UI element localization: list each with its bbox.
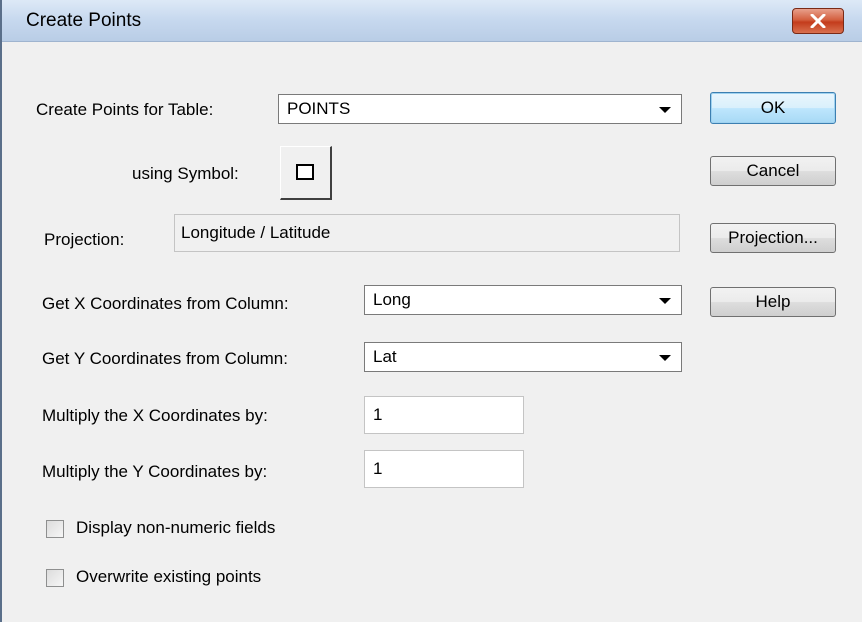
y-multiply-label: Multiply the Y Coordinates by: xyxy=(42,462,268,481)
table-label: Create Points for Table: xyxy=(36,100,214,119)
overwrite-label[interactable]: Overwrite existing points xyxy=(76,567,261,587)
y-multiply-input[interactable]: 1 xyxy=(364,450,524,488)
square-symbol-icon xyxy=(296,164,314,180)
x-column-value: Long xyxy=(373,290,411,309)
dialog-title: Create Points xyxy=(26,10,142,31)
projection-label: Projection: xyxy=(44,230,125,249)
cancel-button[interactable]: Cancel xyxy=(710,156,836,186)
projection-value: Longitude / Latitude xyxy=(181,223,331,242)
title-bar[interactable]: Create Points xyxy=(2,0,862,42)
ok-button[interactable]: OK xyxy=(710,92,836,124)
close-icon xyxy=(810,14,826,28)
chevron-down-icon xyxy=(659,107,671,113)
y-column-label: Get Y Coordinates from Column: xyxy=(42,349,288,368)
display-nonnumeric-checkbox[interactable] xyxy=(46,520,64,538)
y-column-select[interactable]: Lat xyxy=(364,342,682,372)
x-multiply-label: Multiply the X Coordinates by: xyxy=(42,406,268,425)
projection-button[interactable]: Projection... xyxy=(710,223,836,253)
x-column-select[interactable]: Long xyxy=(364,285,682,315)
table-select[interactable]: POINTS xyxy=(278,94,682,124)
projection-display: Longitude / Latitude xyxy=(174,214,680,252)
help-button[interactable]: Help xyxy=(710,287,836,317)
x-column-label: Get X Coordinates from Column: xyxy=(42,294,289,313)
chevron-down-icon xyxy=(659,298,671,304)
y-column-value: Lat xyxy=(373,347,397,366)
symbol-button[interactable] xyxy=(280,146,332,200)
x-multiply-value: 1 xyxy=(373,405,383,424)
create-points-dialog: Create Points Create Points for Table: P… xyxy=(0,0,862,622)
chevron-down-icon xyxy=(659,355,671,361)
table-select-value: POINTS xyxy=(287,99,351,118)
display-nonnumeric-label[interactable]: Display non-numeric fields xyxy=(76,518,275,538)
x-multiply-input[interactable]: 1 xyxy=(364,396,524,434)
y-multiply-value: 1 xyxy=(373,459,383,478)
symbol-label: using Symbol: xyxy=(132,164,239,183)
close-button[interactable] xyxy=(792,8,844,34)
overwrite-checkbox[interactable] xyxy=(46,569,64,587)
